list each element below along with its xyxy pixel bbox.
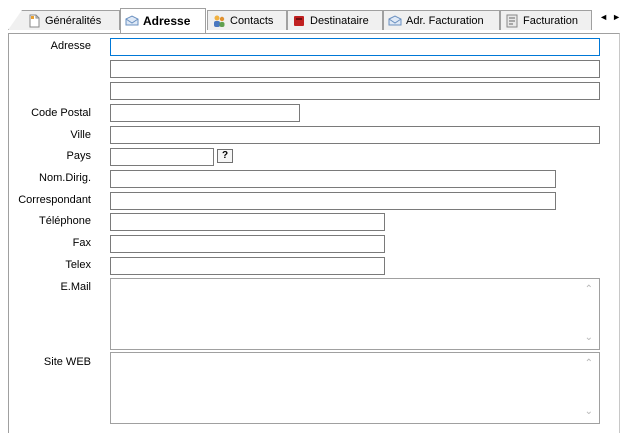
adresse-line2-input[interactable] xyxy=(110,60,600,78)
site-web-memo: ⌃ ⌄ xyxy=(110,352,600,424)
tab-strip: Généralités Adresse Contacts Destinatair… xyxy=(0,0,623,34)
tab-label: Contacts xyxy=(230,14,274,27)
fax-input[interactable] xyxy=(110,235,385,253)
pays-lookup-button[interactable]: ? xyxy=(217,149,233,163)
pays-label: Pays xyxy=(66,150,91,162)
adresse-label: Adresse xyxy=(50,40,91,52)
code-postal-input[interactable] xyxy=(110,104,300,122)
tab-destinataire[interactable]: Destinataire xyxy=(287,10,383,30)
site-web-textarea[interactable] xyxy=(111,353,581,423)
tab-label: Facturation xyxy=(523,14,579,27)
scroll-down-icon[interactable]: ⌄ xyxy=(585,407,593,417)
email-label: E.Mail xyxy=(60,281,91,293)
document-icon xyxy=(27,14,41,28)
nom-dirig-label: Nom.Dirig. xyxy=(39,172,91,184)
scroll-down-icon[interactable]: ⌄ xyxy=(585,333,593,343)
telephone-input[interactable] xyxy=(110,213,385,231)
telex-label: Telex xyxy=(65,259,91,271)
fax-label: Fax xyxy=(72,237,91,249)
invoice-icon xyxy=(505,14,519,28)
adresse-line3-input[interactable] xyxy=(110,82,600,100)
envelope-icon xyxy=(125,14,139,28)
correspondant-label: Correspondant xyxy=(18,194,91,206)
scroll-up-icon[interactable]: ⌃ xyxy=(585,359,593,369)
ville-input[interactable] xyxy=(110,126,600,144)
tab-adr-facturation[interactable]: Adr. Facturation xyxy=(383,10,500,30)
tab-contacts[interactable]: Contacts xyxy=(207,10,287,30)
code-postal-label: Code Postal xyxy=(31,107,91,119)
address-page: Adresse Code Postal Ville Pays ? Nom.Dir… xyxy=(8,33,620,433)
ville-label: Ville xyxy=(70,129,91,141)
site-web-label: Site WEB xyxy=(43,356,91,368)
nom-dirig-input[interactable] xyxy=(110,170,556,188)
tab-label: Adr. Facturation xyxy=(406,14,484,27)
people-icon xyxy=(212,14,226,28)
pays-input[interactable] xyxy=(110,148,214,166)
tab-label: Généralités xyxy=(45,14,102,27)
tab-adresse[interactable]: Adresse xyxy=(120,8,206,33)
tab-facturation[interactable]: Facturation xyxy=(500,10,592,30)
adresse-line1-input[interactable] xyxy=(110,38,600,56)
tab-label: Destinataire xyxy=(310,14,369,27)
email-memo: ⌃ ⌄ xyxy=(110,278,600,350)
correspondant-input[interactable] xyxy=(110,192,556,210)
telephone-label: Téléphone xyxy=(39,215,91,227)
telex-input[interactable] xyxy=(110,257,385,275)
scroll-left-icon[interactable]: ◄ xyxy=(599,12,608,22)
email-textarea[interactable] xyxy=(111,279,581,349)
envelope-icon xyxy=(388,14,402,28)
tab-generalites[interactable]: Généralités xyxy=(8,10,120,30)
tab-scroll-arrows: ◄ ► xyxy=(599,12,621,22)
book-icon xyxy=(292,14,306,28)
scroll-up-icon[interactable]: ⌃ xyxy=(585,285,593,295)
scroll-right-icon[interactable]: ► xyxy=(612,12,621,22)
tab-label: Adresse xyxy=(143,14,191,28)
